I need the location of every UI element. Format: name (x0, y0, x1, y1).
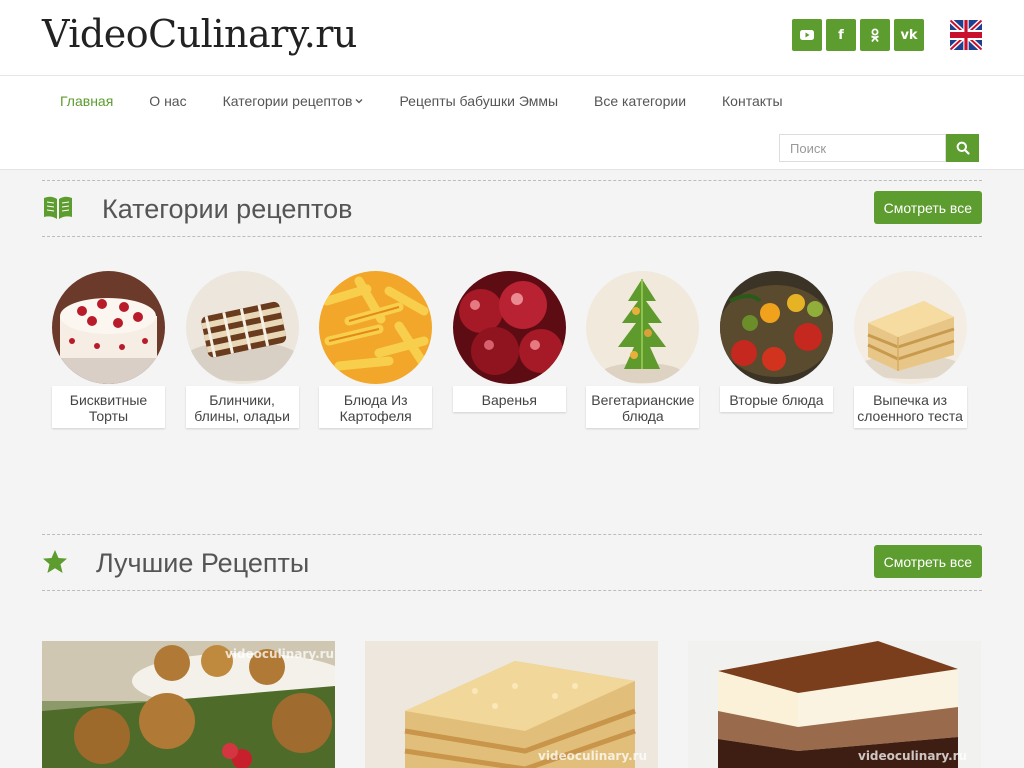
uk-flag-icon[interactable] (950, 20, 982, 50)
search-input[interactable] (779, 134, 946, 162)
watermark: videoculinary.ru (858, 749, 968, 763)
category-card[interactable]: Вегетарианские блюда (586, 271, 700, 428)
view-all-best-recipes-button[interactable]: Смотреть все (873, 545, 982, 578)
site-logo[interactable]: VideoCulinary.ru (42, 12, 357, 56)
open-book-icon (42, 195, 74, 226)
category-image (853, 271, 967, 384)
odnoklassniki-icon[interactable] (860, 19, 890, 51)
nav-label: Категории рецептов (222, 93, 353, 109)
nav-item-grandma-emma[interactable]: Рецепты бабушки Эммы (399, 92, 558, 110)
youtube-icon[interactable] (792, 19, 822, 51)
category-label: Вегетарианские блюда (586, 386, 700, 428)
recipe-cards: videoculinary.ru videoculinary.ru videoc… (42, 641, 981, 768)
nav-label: Все категории (594, 93, 687, 109)
recipe-card[interactable]: videoculinary.ru (42, 641, 335, 768)
nav-label: Рецепты бабушки Эммы (399, 93, 559, 109)
category-card[interactable]: Вторые блюда (719, 271, 833, 428)
recipe-card[interactable]: videoculinary.ru (365, 641, 658, 768)
category-label: Блинчики, блины, оладьи (185, 386, 299, 428)
chevron-down-icon (355, 92, 363, 110)
search-button[interactable] (946, 134, 979, 162)
nav-item-recipe-categories[interactable]: Категории рецептов (223, 92, 364, 110)
category-image (719, 271, 833, 384)
best-recipes-section-header: Лучшие Рецепты Смотреть все (42, 534, 982, 591)
watermark: videoculinary.ru (225, 647, 335, 661)
category-label: Бисквитные Торты (52, 386, 165, 428)
category-image (319, 271, 433, 384)
category-image (586, 271, 700, 384)
category-card[interactable]: Блинчики, блины, оладьи (185, 271, 299, 428)
category-label: Вторые блюда (719, 386, 833, 412)
search-form (779, 134, 979, 162)
category-image (452, 271, 566, 384)
nav-item-contacts[interactable]: Контакты (722, 92, 782, 110)
star-icon (42, 549, 68, 580)
recipe-card[interactable]: videoculinary.ru (688, 641, 981, 768)
category-card[interactable]: Выпечка из слоенного теста (853, 271, 967, 428)
vk-icon[interactable]: vk (894, 19, 924, 51)
categories-section-header: Категории рецептов Смотреть все (42, 180, 982, 237)
category-label: Варенья (452, 386, 566, 412)
section-title: Лучшие Рецепты (96, 548, 310, 578)
view-all-categories-button[interactable]: Смотреть все (873, 191, 982, 224)
nav-label: Главная (60, 93, 114, 109)
header-divider (0, 75, 1024, 76)
category-list: Бисквитные Торты Блинчики, блины, оладьи (52, 271, 987, 428)
category-card[interactable]: Бисквитные Торты (52, 271, 165, 428)
main-nav: Главная О нас Категории рецептов Рецепты… (42, 92, 819, 110)
social-links: f vk (792, 19, 924, 51)
facebook-icon[interactable]: f (826, 19, 856, 51)
watermark: videoculinary.ru (538, 749, 648, 763)
section-title: Категории рецептов (102, 194, 353, 224)
nav-label: Контакты (722, 93, 783, 109)
nav-item-home[interactable]: Главная (60, 92, 113, 110)
nav-item-about[interactable]: О нас (149, 92, 186, 110)
category-image (52, 271, 165, 384)
category-image (185, 271, 299, 384)
category-label: Блюда Из Картофеля (319, 386, 433, 428)
category-card[interactable]: Блюда Из Картофеля (319, 271, 433, 428)
category-card[interactable]: Варенья (452, 271, 566, 428)
nav-item-all-categories[interactable]: Все категории (594, 92, 686, 110)
search-icon (956, 141, 970, 155)
category-label: Выпечка из слоенного теста (853, 386, 967, 428)
nav-label: О нас (149, 93, 187, 109)
site-header: VideoCulinary.ru f vk Главная О нас Кате… (0, 0, 1024, 170)
